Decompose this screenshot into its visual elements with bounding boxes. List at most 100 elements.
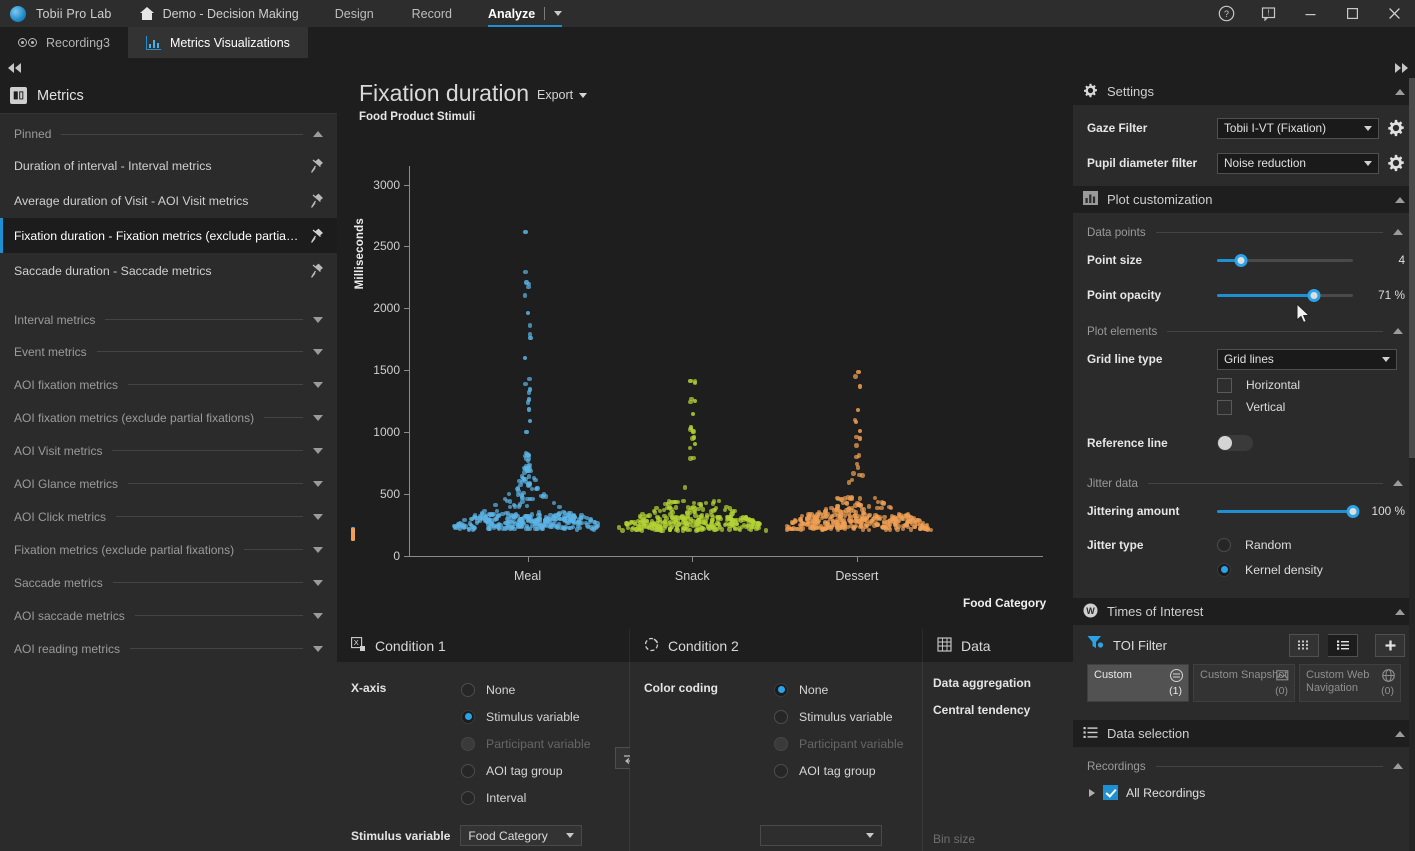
data-points-subsection-header[interactable]: Data points	[1073, 219, 1415, 245]
chevron-down-icon[interactable]	[313, 580, 323, 586]
color-coding-option-none[interactable]: None	[774, 676, 922, 703]
pupil-diameter-filter-dropdown[interactable]: Noise reduction	[1217, 153, 1379, 174]
point-size-slider[interactable]	[1217, 252, 1353, 268]
stimulus-variable-dropdown[interactable]: Food Category	[460, 825, 582, 846]
project-name[interactable]: Demo - Decision Making	[163, 7, 299, 21]
metrics-group-event-metrics[interactable]: Event metrics	[0, 335, 337, 368]
chevron-down-icon[interactable]	[313, 514, 323, 520]
slider-handle[interactable]	[1235, 254, 1248, 267]
x-axis-option-interval[interactable]: Interval	[461, 784, 629, 811]
all-recordings-checkbox[interactable]	[1103, 785, 1118, 800]
grid-horizontal-checkbox[interactable]	[1217, 378, 1232, 393]
metrics-group-aoi-fixation-metrics[interactable]: AOI fixation metrics	[0, 368, 337, 401]
slider-handle[interactable]	[1307, 289, 1320, 302]
metrics-group-aoi-reading-metrics[interactable]: AOI reading metrics	[0, 632, 337, 665]
chevron-up-icon[interactable]	[1393, 328, 1403, 334]
jitter-type-kernel-density-radio[interactable]	[1217, 563, 1231, 577]
scrollbar-thumb[interactable]	[1409, 78, 1415, 458]
nav-tab-design[interactable]: Design	[333, 2, 376, 26]
plot-elements-subsection-header[interactable]: Plot elements	[1073, 318, 1415, 344]
doc-tab-recording3[interactable]: Recording3	[0, 27, 128, 58]
plot-customization-section-header[interactable]: Plot customization	[1073, 186, 1415, 213]
unpin-icon[interactable]	[309, 193, 325, 209]
toi-chip-custom-snapshot[interactable]: Custom Snapshot (0)	[1193, 664, 1295, 702]
add-toi-button[interactable]	[1375, 634, 1405, 657]
metrics-group-interval-metrics[interactable]: Interval metrics	[0, 304, 337, 335]
close-icon[interactable]	[1373, 0, 1415, 27]
chevron-down-icon[interactable]	[313, 382, 323, 388]
metrics-group-saccade-metrics[interactable]: Saccade metrics	[0, 566, 337, 599]
list-view-icon[interactable]	[1328, 634, 1358, 657]
chevron-up-icon[interactable]	[1393, 480, 1403, 486]
jitter-data-subsection-header[interactable]: Jitter data	[1073, 470, 1415, 496]
color-coding-option-aoi-tag-group[interactable]: AOI tag group	[774, 757, 922, 784]
toi-chip-custom-web-navigation[interactable]: Custom Web Navigation (0)	[1299, 664, 1401, 702]
metric-item-average-duration-of-visit[interactable]: Average duration of Visit - AOI Visit me…	[0, 183, 337, 218]
times-of-interest-section-header[interactable]: W Times of Interest	[1073, 598, 1415, 625]
home-icon[interactable]	[140, 7, 155, 20]
nav-tab-analyze[interactable]: Analyze	[488, 0, 562, 27]
collapse-left-panel-button[interactable]	[0, 58, 28, 78]
color-coding-variable-dropdown[interactable]	[760, 825, 882, 846]
chevron-down-icon[interactable]	[554, 11, 562, 16]
right-panel-scrollbar[interactable]	[1409, 78, 1415, 851]
slider-handle[interactable]	[1347, 505, 1360, 518]
jittering-amount-slider[interactable]	[1217, 503, 1353, 519]
chevron-down-icon[interactable]	[313, 646, 323, 652]
chevron-down-icon[interactable]	[313, 317, 323, 323]
expand-arrow-icon[interactable]	[1089, 789, 1095, 797]
data-selection-section-header[interactable]: Data selection	[1073, 720, 1415, 747]
metrics-group-pinned[interactable]: Pinned	[0, 120, 337, 148]
chevron-up-icon[interactable]	[1395, 731, 1405, 737]
unpin-icon[interactable]	[309, 263, 325, 279]
chevron-up-icon[interactable]	[1395, 89, 1405, 95]
feedback-icon[interactable]: !	[1247, 0, 1289, 27]
chevron-down-icon[interactable]	[313, 481, 323, 487]
grid-view-icon[interactable]	[1289, 634, 1319, 657]
grid-horizontal-row[interactable]: Horizontal	[1073, 374, 1415, 396]
unpin-icon[interactable]	[309, 158, 325, 174]
chevron-up-icon[interactable]	[1395, 197, 1405, 203]
question-circle-icon[interactable]: ?	[1205, 0, 1247, 27]
chevron-down-icon[interactable]	[313, 415, 323, 421]
gaze-filter-dropdown[interactable]: Tobii I-VT (Fixation)	[1217, 118, 1379, 139]
toi-chip-custom[interactable]: Custom (1)	[1087, 664, 1189, 702]
doc-tab-metrics-visualizations[interactable]: Metrics Visualizations	[128, 27, 308, 58]
chevron-down-icon[interactable]	[313, 349, 323, 355]
pupil-diameter-filter-gear-icon[interactable]	[1387, 154, 1405, 172]
gaze-filter-gear-icon[interactable]	[1387, 119, 1405, 137]
recordings-subsection-header[interactable]: Recordings	[1073, 753, 1415, 779]
grid-vertical-checkbox[interactable]	[1217, 400, 1232, 415]
metrics-group-fixation-metrics-exclude[interactable]: Fixation metrics (exclude partial fixati…	[0, 533, 337, 566]
chevron-down-icon[interactable]	[313, 613, 323, 619]
metrics-group-aoi-fixation-metrics-exclude[interactable]: AOI fixation metrics (exclude partial fi…	[0, 401, 337, 434]
point-opacity-slider[interactable]	[1217, 287, 1353, 303]
metrics-group-aoi-saccade-metrics[interactable]: AOI saccade metrics	[0, 599, 337, 632]
chevron-down-icon[interactable]	[313, 448, 323, 454]
chevron-up-icon[interactable]	[1393, 763, 1403, 769]
metrics-list[interactable]: Pinned Duration of interval - Interval m…	[0, 114, 337, 851]
grid-vertical-row[interactable]: Vertical	[1073, 396, 1415, 418]
chevron-up-icon[interactable]	[1395, 609, 1405, 615]
settings-section-header[interactable]: Settings	[1073, 78, 1415, 105]
metric-item-saccade-duration[interactable]: Saccade duration - Saccade metrics	[0, 253, 337, 288]
minimize-icon[interactable]	[1289, 0, 1331, 27]
color-coding-option-stimulus-variable[interactable]: Stimulus variable	[774, 703, 922, 730]
export-button[interactable]: Export	[537, 88, 587, 102]
unpin-icon[interactable]	[309, 228, 325, 244]
metrics-group-aoi-glance-metrics[interactable]: AOI Glance metrics	[0, 467, 337, 500]
metric-item-duration-of-interval[interactable]: Duration of interval - Interval metrics	[0, 148, 337, 183]
data-aggregation-label[interactable]: Data aggregation	[933, 676, 1073, 703]
x-axis-option-aoi-tag-group[interactable]: AOI tag group	[461, 757, 629, 784]
maximize-icon[interactable]	[1331, 0, 1373, 27]
chevron-up-icon[interactable]	[313, 131, 323, 137]
central-tendency-label[interactable]: Central tendency	[933, 703, 1073, 730]
nav-tab-record[interactable]: Record	[410, 2, 454, 26]
scatter-plot[interactable]: Milliseconds 050010001500200025003000Mea…	[351, 156, 1051, 616]
x-axis-option-none[interactable]: None	[461, 676, 629, 703]
jitter-type-random-radio[interactable]	[1217, 538, 1231, 552]
x-axis-option-stimulus-variable[interactable]: Stimulus variable	[461, 703, 629, 730]
all-recordings-row[interactable]: All Recordings	[1073, 779, 1415, 800]
metrics-group-aoi-click-metrics[interactable]: AOI Click metrics	[0, 500, 337, 533]
grid-line-type-dropdown[interactable]: Grid lines	[1217, 349, 1397, 370]
